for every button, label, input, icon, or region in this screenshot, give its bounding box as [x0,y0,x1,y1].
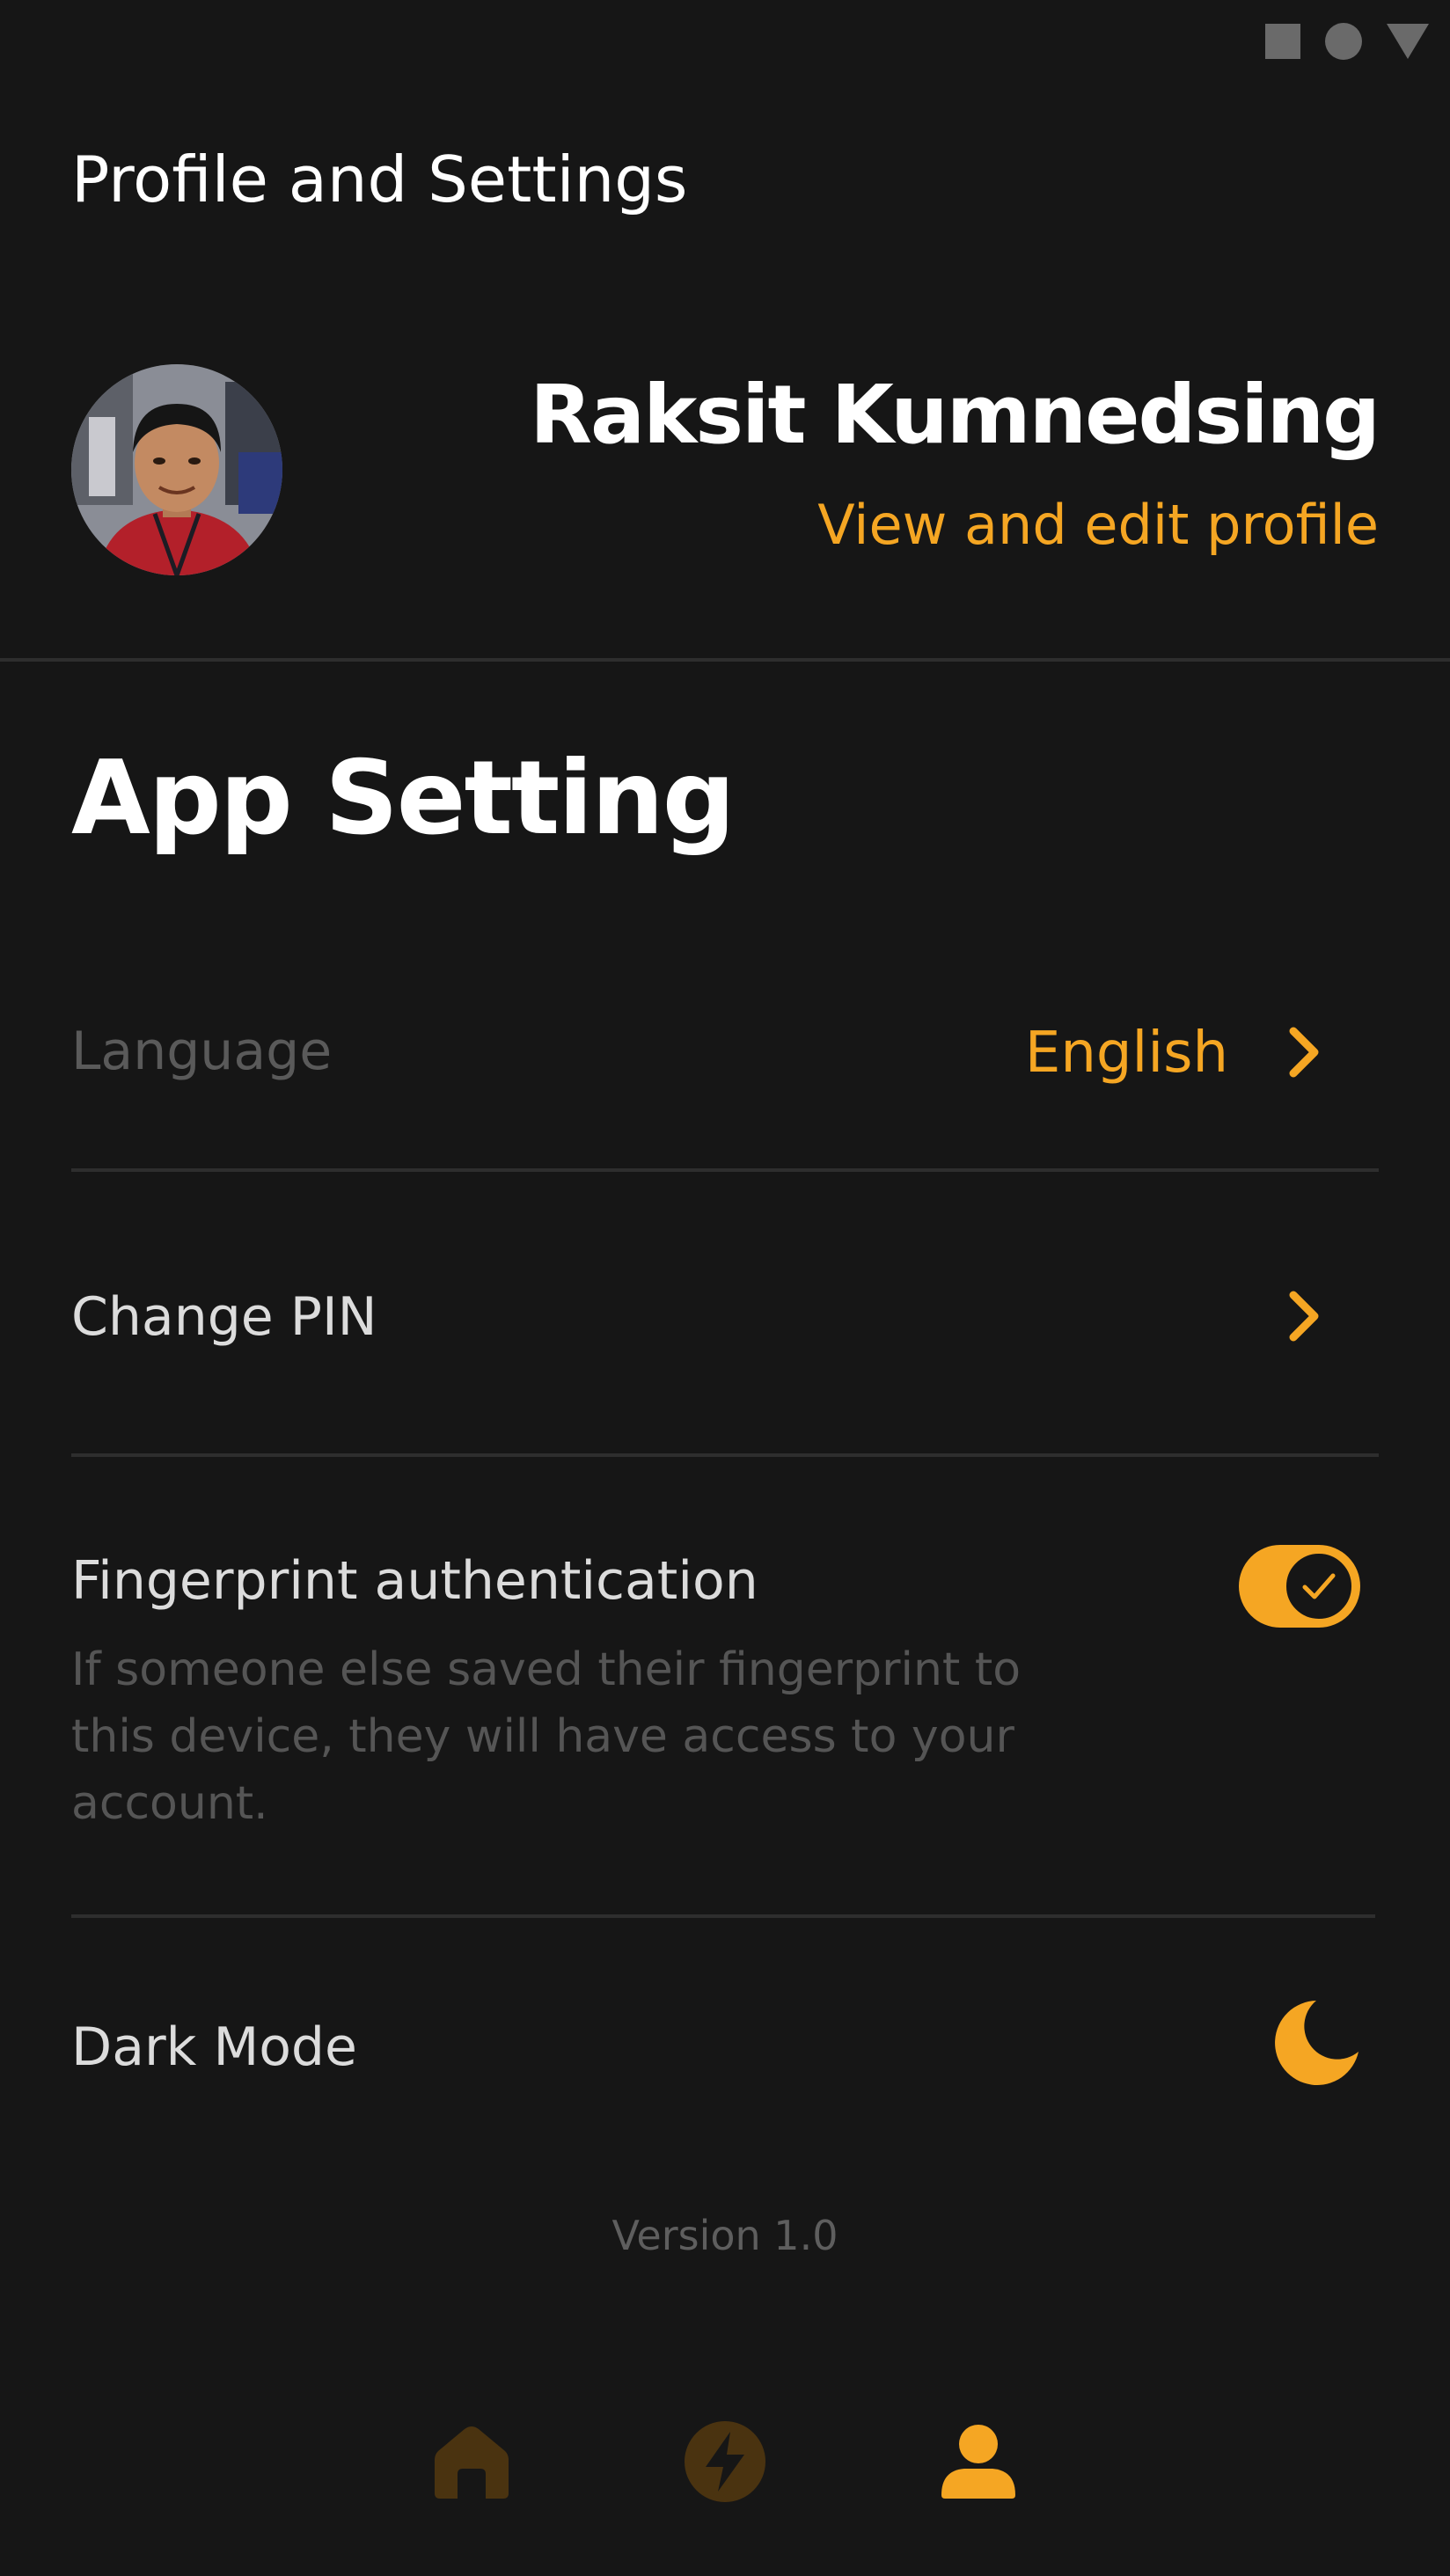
lightning-icon[interactable] [683,2419,767,2504]
triangle-icon [1387,24,1429,59]
language-value[interactable]: English [1025,1021,1228,1086]
checkmark-icon [1302,1573,1336,1599]
avatar-photo [71,364,282,575]
profile-icon[interactable] [936,2419,1021,2504]
change-pin-label[interactable]: Change PIN [71,1286,377,1348]
row-divider [71,1168,1379,1172]
home-icon[interactable] [429,2419,514,2504]
profile-name: Raksit Kumnedsing [530,368,1380,462]
section-title: App Setting [71,739,736,858]
fingerprint-description: If someone else saved their fingerprint … [71,1643,1022,1830]
fingerprint-toggle[interactable] [1239,1545,1360,1628]
moon-icon[interactable] [1271,1997,1362,2089]
status-bar [1265,21,1429,62]
language-label: Language [71,1021,333,1082]
square-icon [1265,24,1300,59]
dark-mode-label: Dark Mode [71,2016,357,2078]
version-text: Version 1.0 [611,2212,839,2259]
settings-screen: Profile and Settings Raksit Kumnedsing V… [0,0,1450,2576]
chevron-right-icon[interactable] [1278,1288,1330,1344]
divider [0,658,1450,662]
circle-icon [1325,23,1362,60]
chevron-right-icon[interactable] [1278,1024,1330,1080]
fingerprint-label: Fingerprint authentication [71,1550,758,1612]
toggle-knob [1283,1550,1355,1622]
page-title: Profile and Settings [71,143,688,216]
avatar[interactable] [71,364,282,575]
row-divider [71,1914,1375,1918]
view-edit-profile-link[interactable]: View and edit profile [817,493,1379,557]
row-divider [71,1453,1379,1457]
